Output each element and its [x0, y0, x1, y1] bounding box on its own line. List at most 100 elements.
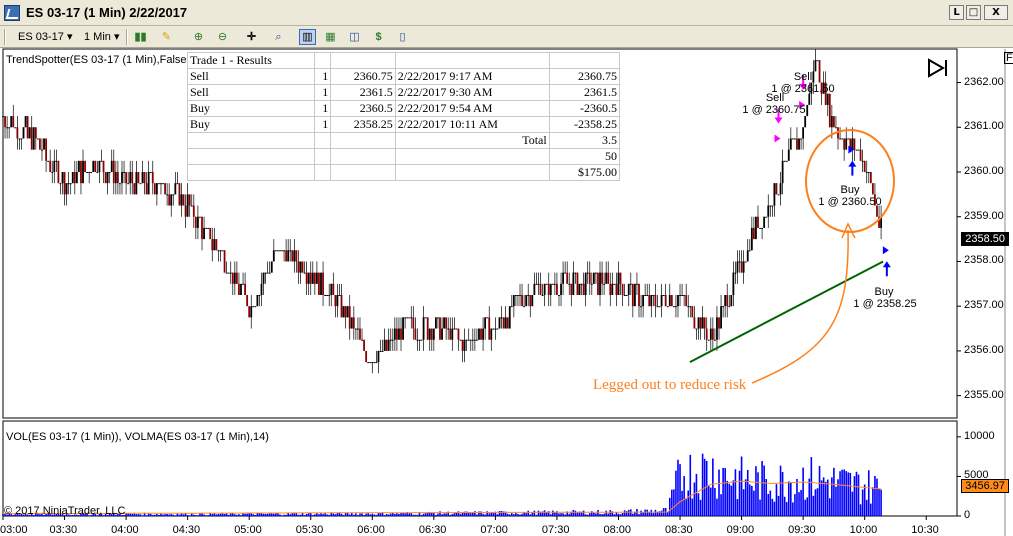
volume-bar	[874, 475, 876, 516]
volume-bar	[357, 515, 359, 516]
volume-bar	[160, 513, 162, 516]
candle-body	[590, 283, 593, 285]
candle-body	[158, 183, 160, 185]
candle-body	[424, 317, 427, 319]
candle-body	[572, 272, 575, 295]
candle-body	[367, 362, 370, 364]
candle-body	[845, 138, 848, 150]
volume-bar	[794, 494, 796, 516]
candle-body	[289, 250, 292, 252]
legged-out-annotation: Legged out to reduce risk	[593, 377, 747, 393]
candle-body	[461, 339, 464, 351]
candle-body	[116, 172, 119, 184]
volume-bar	[753, 490, 755, 516]
volume-bar	[529, 514, 532, 516]
candle-body	[798, 138, 800, 150]
candle-body	[551, 283, 554, 285]
candle-body	[67, 183, 70, 185]
candle-body	[36, 138, 39, 140]
candle-body	[274, 250, 277, 252]
candle-body	[558, 295, 560, 296]
candle-body	[207, 227, 210, 229]
volume-bar	[197, 515, 199, 516]
sell-2-price-label: 1 @ 2361.50	[771, 83, 835, 95]
volume-bar	[154, 514, 156, 516]
volume-bar	[880, 489, 882, 516]
volume-bar	[273, 513, 275, 516]
volume-bar	[564, 514, 566, 516]
volume-bar	[878, 488, 880, 516]
candle-body	[299, 261, 302, 273]
candle-body	[2, 116, 4, 118]
candle-body	[215, 239, 218, 251]
candle-body	[430, 328, 433, 340]
volume-bar	[792, 502, 794, 516]
candle-body	[506, 317, 509, 329]
trade-value: -2360.5	[548, 100, 621, 117]
candle-body	[453, 328, 456, 330]
play-icon[interactable]	[927, 58, 949, 78]
candle-body	[30, 127, 33, 150]
candle-body	[640, 306, 642, 308]
candle-body	[742, 261, 745, 273]
volume-bar	[484, 514, 486, 516]
volume-bar	[190, 513, 193, 516]
copyright: © 2017 NinjaTrader, LLC	[4, 505, 126, 517]
candle-body	[763, 216, 766, 228]
candle-body	[683, 295, 686, 296]
candle-body	[539, 283, 542, 295]
volume-bar	[424, 513, 427, 516]
candle-body	[586, 272, 589, 274]
f-marker[interactable]: F	[1004, 52, 1013, 64]
volume-bar	[693, 482, 696, 516]
candle-body	[705, 328, 708, 340]
volume-bar	[720, 494, 722, 516]
candle-body	[527, 295, 530, 296]
table-title: Trade 1 - Results	[186, 52, 316, 69]
table-title-row: Trade 1 - Results	[186, 52, 621, 69]
sell-2-label: Sell	[793, 71, 813, 83]
volume-bar	[857, 474, 860, 516]
candle-body	[777, 194, 780, 196]
candle-body	[377, 350, 380, 363]
candle-body	[490, 328, 493, 340]
volume-bar	[769, 490, 772, 516]
candle-body	[254, 306, 257, 308]
candle-body	[869, 172, 872, 184]
candle-body	[535, 283, 538, 285]
volume-bar	[818, 465, 821, 516]
candle-body	[668, 295, 671, 307]
volume-bar	[734, 469, 737, 516]
candle-body	[266, 272, 269, 274]
volume-bar	[681, 490, 683, 516]
candle-body	[295, 250, 298, 262]
trade-time: 2/22/2017 10:11 AM	[394, 116, 550, 133]
candle-body	[841, 138, 844, 140]
buy-2-price-label: 1 @ 2358.25	[853, 298, 917, 310]
candle-body	[153, 183, 156, 195]
candle-body	[258, 295, 261, 296]
volume-bar	[751, 485, 753, 516]
volume-bar	[574, 510, 577, 516]
volume-bar	[511, 513, 513, 516]
total-profit: $175.00	[548, 164, 621, 181]
volume-bar	[289, 514, 292, 516]
volume-bar	[182, 514, 185, 516]
candle-body	[843, 138, 846, 150]
volume-bar	[640, 510, 642, 516]
time-tick-label: 03:00	[0, 524, 28, 536]
candle-body	[576, 272, 579, 295]
candle-body	[473, 339, 476, 341]
candle-body	[270, 261, 273, 273]
volume-bar	[537, 510, 540, 516]
trade-price: 2360.75	[330, 68, 396, 85]
volume-bar	[619, 514, 622, 516]
candle-body	[69, 183, 72, 185]
candle-body	[112, 160, 115, 184]
volume-bar	[627, 509, 630, 516]
candle-body	[410, 317, 413, 319]
trade-qty: 1	[314, 68, 332, 85]
candle-body	[642, 295, 645, 307]
candle-body	[373, 362, 376, 364]
table-row: Sell 1 2360.75 2/22/2017 9:17 AM 2360.75	[186, 68, 621, 85]
